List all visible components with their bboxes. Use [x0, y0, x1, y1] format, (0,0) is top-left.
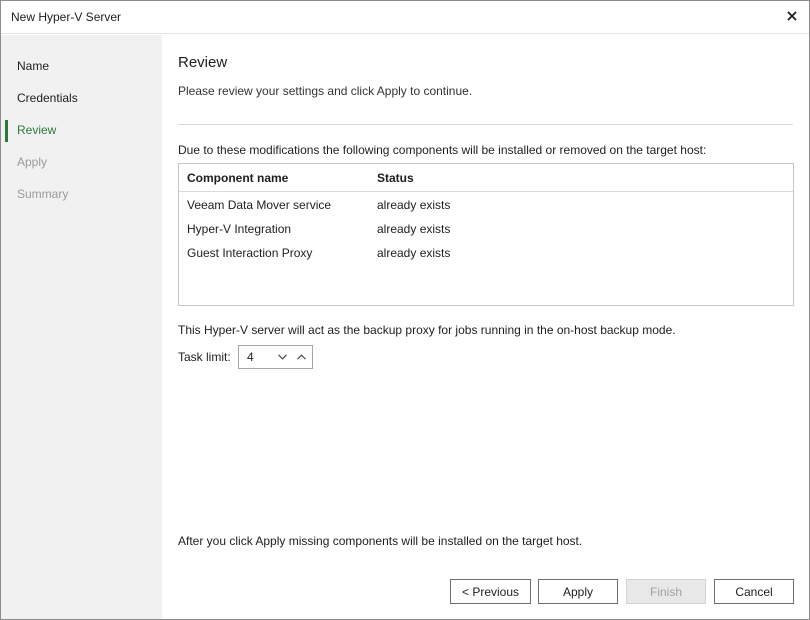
component-name-cell: Guest Interaction Proxy	[187, 246, 313, 260]
step-apply: Apply	[17, 155, 48, 169]
previous-button[interactable]: < Previous	[450, 579, 531, 604]
increment-button[interactable]	[294, 350, 308, 364]
status-cell: already exists	[377, 222, 451, 236]
close-button[interactable]	[781, 5, 803, 27]
task-limit-stepper[interactable]: 4	[238, 345, 313, 369]
table-header: Component name Status	[179, 164, 793, 192]
active-step-marker	[5, 120, 8, 142]
task-limit-value[interactable]: 4	[247, 350, 254, 364]
wizard-steps-sidebar: Name Credentials Review Apply Summary	[1, 35, 162, 619]
wizard-window: New Hyper-V Server Name Credentials Revi…	[0, 0, 810, 620]
decrement-button[interactable]	[275, 350, 289, 364]
title-bar: New Hyper-V Server	[1, 1, 809, 34]
cancel-button[interactable]: Cancel	[714, 579, 794, 604]
step-name[interactable]: Name	[17, 57, 49, 75]
close-icon	[787, 11, 797, 21]
column-header-status[interactable]: Status	[377, 171, 414, 185]
component-name-cell: Hyper-V Integration	[187, 222, 292, 236]
table-row[interactable]: Hyper-V Integration already exists	[179, 219, 793, 241]
status-cell: already exists	[377, 198, 451, 212]
backup-proxy-note: This Hyper-V server will act as the back…	[178, 323, 676, 337]
page-subtitle: Please review your settings and click Ap…	[178, 84, 473, 98]
component-name-cell: Veeam Data Mover service	[187, 198, 332, 212]
components-table: Component name Status Veeam Data Mover s…	[178, 163, 794, 306]
task-limit-label: Task limit:	[178, 350, 231, 364]
table-row[interactable]: Guest Interaction Proxy already exists	[179, 243, 793, 265]
page-title: Review	[178, 54, 228, 71]
step-summary: Summary	[17, 187, 69, 201]
review-page: Review Please review your settings and c…	[162, 35, 809, 619]
chevron-up-icon	[296, 354, 306, 360]
table-row[interactable]: Veeam Data Mover service already exists	[179, 195, 793, 217]
step-review[interactable]: Review	[17, 121, 56, 139]
step-credentials[interactable]: Credentials	[17, 89, 78, 107]
column-header-component-name[interactable]: Component name	[187, 171, 288, 185]
apply-button[interactable]: Apply	[538, 579, 618, 604]
window-title: New Hyper-V Server	[11, 10, 122, 24]
chevron-down-icon	[277, 354, 287, 360]
apply-note: After you click Apply missing components…	[178, 534, 583, 548]
status-cell: already exists	[377, 246, 451, 260]
finish-button: Finish	[626, 579, 706, 604]
header-divider	[178, 124, 793, 125]
components-intro: Due to these modifications the following…	[178, 143, 707, 157]
